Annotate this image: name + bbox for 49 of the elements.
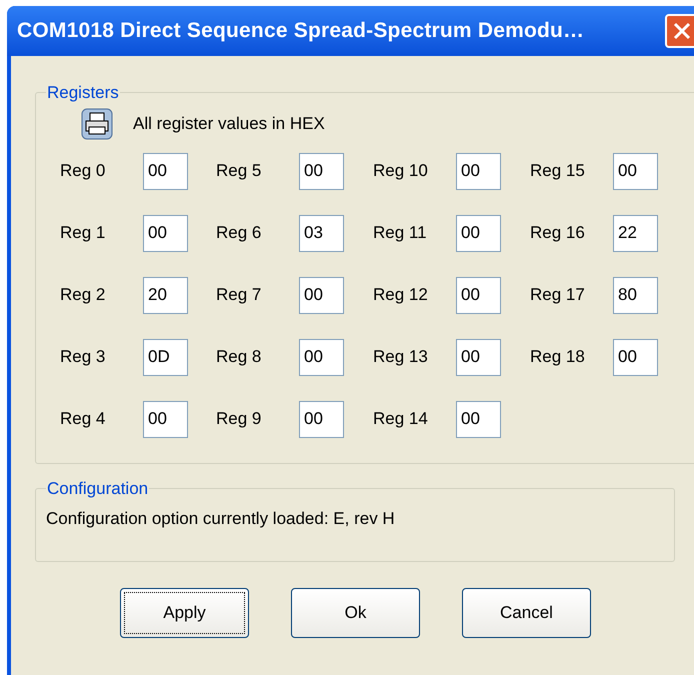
register-label: Reg 13	[373, 346, 429, 368]
close-button[interactable]	[665, 14, 694, 48]
dialog-button[interactable]: Ok	[291, 588, 420, 638]
register-field[interactable]: 03	[299, 214, 344, 252]
group-legend: Configuration	[46, 476, 150, 502]
register-field[interactable]: 00	[456, 400, 501, 438]
register-field[interactable]: 00	[299, 338, 344, 376]
register-field[interactable]: 0D	[143, 338, 188, 376]
register-field[interactable]: 00	[143, 400, 188, 438]
register-label: Reg 6	[216, 222, 262, 244]
register-label: Reg 5	[216, 160, 262, 182]
register-label: Reg 12	[373, 284, 429, 306]
register-label: Reg 4	[60, 408, 106, 430]
register-field[interactable]: 00	[456, 214, 501, 252]
printer-icon	[81, 108, 113, 140]
dialog-button[interactable]: Cancel	[462, 588, 591, 638]
register-field[interactable]: 00	[143, 214, 188, 252]
register-field[interactable]: 00	[613, 152, 658, 190]
register-label: Reg 16	[530, 222, 586, 244]
register-label: Reg 17	[530, 284, 586, 306]
register-field[interactable]: 00	[456, 152, 501, 190]
register-field[interactable]: 00	[456, 276, 501, 314]
register-label: Reg 11	[373, 222, 428, 244]
register-field[interactable]: 00	[299, 276, 344, 314]
register-field[interactable]: 00	[299, 152, 344, 190]
register-label: Reg 10	[373, 160, 429, 182]
register-label: Reg 3	[60, 346, 106, 368]
register-field[interactable]: 00	[456, 338, 501, 376]
register-label: Reg 1	[60, 222, 106, 244]
register-label: Reg 9	[216, 408, 262, 430]
register-field[interactable]: 00	[613, 338, 658, 376]
register-label: Reg 0	[60, 160, 106, 182]
register-field[interactable]: 00	[299, 400, 344, 438]
register-label: Reg 7	[216, 284, 262, 306]
dialog-button[interactable]: Apply	[120, 588, 249, 638]
group-legend: Registers	[46, 80, 120, 106]
register-label: Reg 2	[60, 284, 106, 306]
register-field[interactable]: 20	[143, 276, 188, 314]
register-label: Reg 15	[530, 160, 586, 182]
register-field[interactable]: 80	[613, 276, 658, 314]
register-label: Reg 14	[373, 408, 429, 430]
hex-note: All register values in HEX	[133, 112, 325, 135]
register-label: Reg 8	[216, 346, 262, 368]
close-icon	[672, 21, 692, 41]
register-field[interactable]: 00	[143, 152, 188, 190]
configuration-text: Configuration option currently loaded: E, rev H	[46, 508, 396, 530]
window-title: COM1018 Direct Sequence Spread-Spectrum Demodu…	[17, 18, 584, 44]
register-field[interactable]: 22	[613, 214, 658, 252]
register-label: Reg 18	[530, 346, 586, 368]
